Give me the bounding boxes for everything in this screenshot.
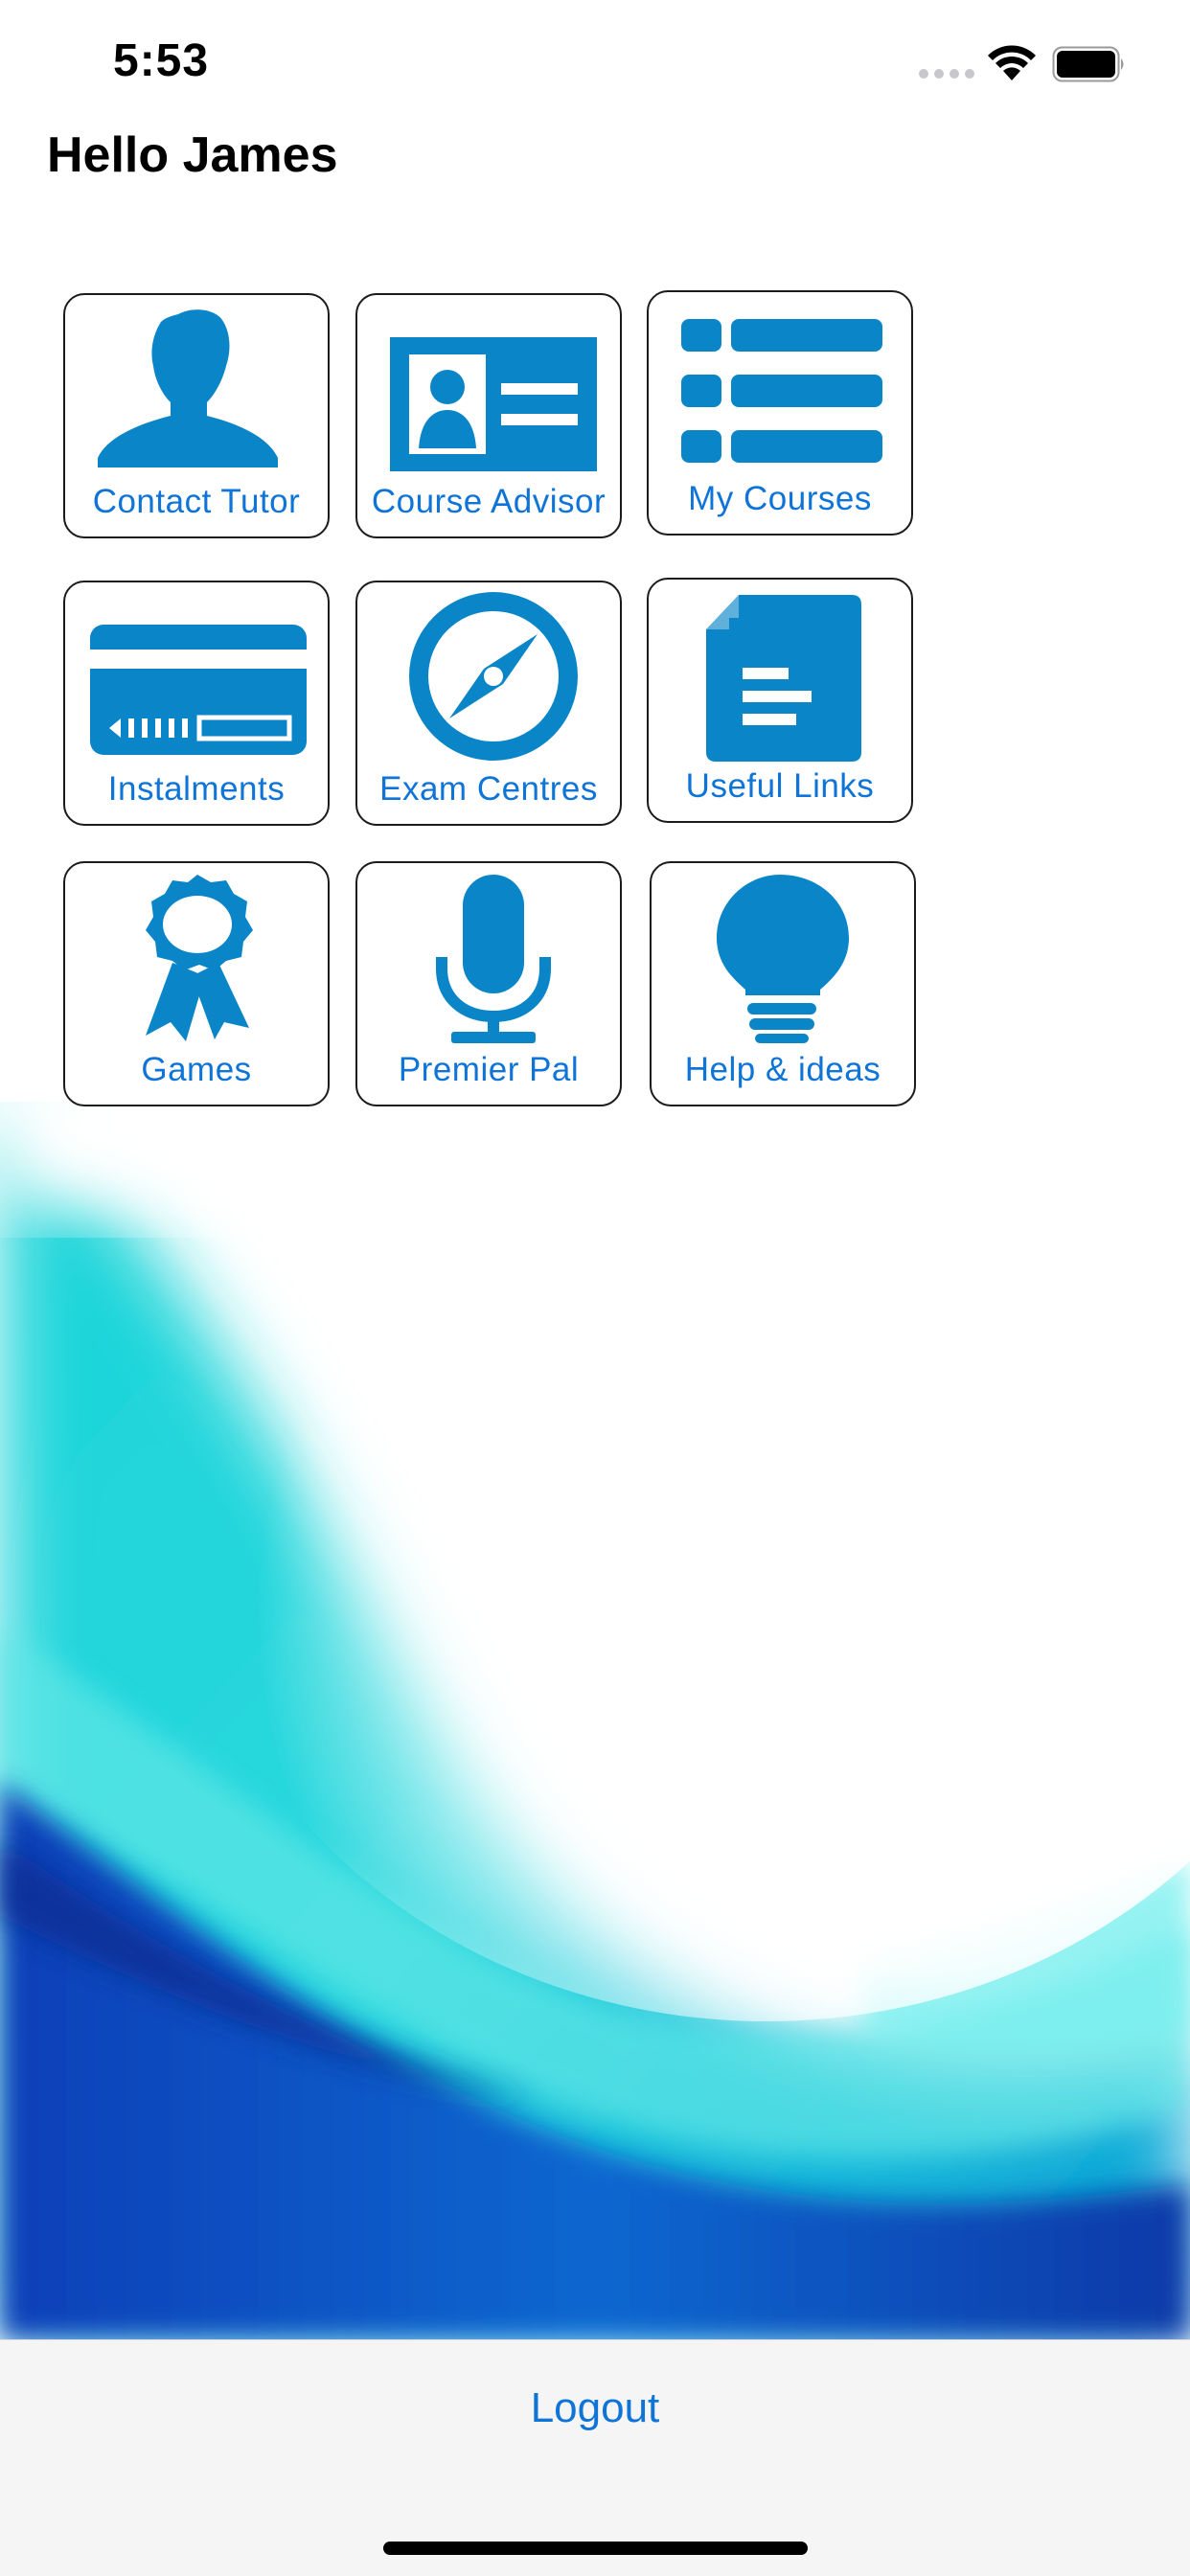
home-indicator[interactable] [383,2542,808,2555]
wifi-icon [988,45,1036,80]
bottom-bar: Logout [0,2339,1190,2576]
my-courses-button[interactable]: My Courses [647,290,913,536]
award-ribbon-icon [65,863,328,1045]
premier-pal-button[interactable]: Premier Pal [355,861,622,1106]
credit-card-icon [65,582,328,764]
compass-icon [357,582,620,764]
list-icon [649,292,911,474]
tile-label: Course Advisor [371,483,606,520]
games-button[interactable]: Games [63,861,330,1106]
tile-label: Help & ideas [684,1051,881,1088]
lightbulb-icon [652,863,914,1045]
cellular-signal-icon [919,69,974,79]
tile-label: My Courses [688,480,872,517]
status-time: 5:53 [113,35,210,86]
battery-icon [1052,46,1124,82]
contact-tutor-button[interactable]: Contact Tutor [63,293,330,538]
id-card-icon [357,295,620,477]
microphone-icon [357,863,620,1045]
person-icon [65,295,328,477]
tile-label: Useful Links [685,767,875,805]
tile-label: Contact Tutor [92,483,301,520]
logout-button[interactable]: Logout [0,2384,1190,2432]
status-bar: 5:53 [0,0,1190,134]
instalments-button[interactable]: Instalments [63,581,330,826]
useful-links-button[interactable]: Useful Links [647,578,913,823]
tile-label: Exam Centres [379,770,598,808]
tile-label: Games [141,1051,252,1088]
help-ideas-button[interactable]: Help & ideas [650,861,916,1106]
document-icon [649,580,911,762]
course-advisor-button[interactable]: Course Advisor [355,293,622,538]
exam-centres-button[interactable]: Exam Centres [355,581,622,826]
tile-label: Premier Pal [398,1051,580,1088]
tile-label: Instalments [107,770,286,808]
greeting-title: Hello James [47,127,338,183]
